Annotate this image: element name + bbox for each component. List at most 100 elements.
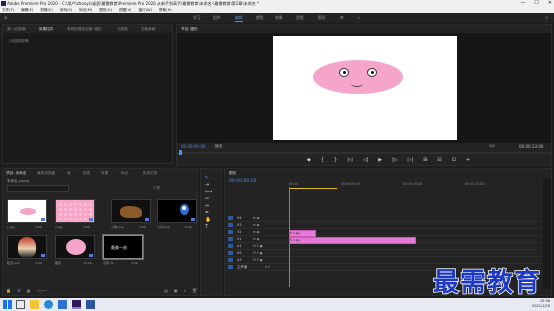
workspace-assembly[interactable]: 组件 <box>213 13 221 23</box>
track-target-toggle[interactable] <box>228 265 233 269</box>
track-visibility-controls[interactable]: ⊟ ◉ <box>253 229 259 235</box>
project-item-6[interactable] <box>55 235 95 259</box>
track-target-toggle[interactable] <box>228 258 233 262</box>
search-icon[interactable]: ⌕ <box>545 13 548 23</box>
workspace-editing[interactable]: 编辑 <box>235 13 243 23</box>
track-target-toggle[interactable] <box>228 216 233 220</box>
premiere-taskbar-icon[interactable] <box>72 300 81 309</box>
timeline-playhead[interactable] <box>289 187 290 287</box>
tab-history[interactable]: 历史记录 <box>143 169 157 177</box>
slip-tool-icon[interactable]: ⇔ <box>205 203 209 209</box>
go-to-in-button[interactable]: |◁ <box>347 157 353 163</box>
workspace-audio[interactable]: 音频 <box>296 13 304 23</box>
home-icon[interactable]: ⌂ <box>4 13 7 23</box>
resolution-select[interactable]: 1/2 <box>489 144 495 148</box>
icon-view-icon[interactable]: ▦ <box>27 287 31 295</box>
project-search-input[interactable] <box>7 185 69 192</box>
master-volume-value[interactable]: 0.0 <box>265 264 270 270</box>
search-icon[interactable]: ⌕ <box>184 287 186 295</box>
file-explorer-icon[interactable] <box>30 300 39 309</box>
app-icon[interactable] <box>58 300 67 309</box>
track-visibility-controls[interactable]: ⊟ ◉ <box>253 215 259 221</box>
track-target-toggle[interactable] <box>228 223 233 227</box>
tab-info[interactable]: 信息 <box>83 169 90 177</box>
track-audio-controls[interactable]: M S ● <box>253 250 263 256</box>
timeline-ruler[interactable]: 00:00 00:00:05:00 00:00:10:00 00:00:15:0… <box>289 178 541 190</box>
tab-project[interactable]: 项目: 未命名 <box>6 169 26 177</box>
step-back-button[interactable]: ◁| <box>363 157 369 163</box>
task-view-icon[interactable] <box>16 300 25 309</box>
close-button[interactable]: ✕ <box>548 0 552 7</box>
workspace-libraries[interactable]: 库 <box>340 13 344 23</box>
go-to-out-button[interactable]: ▷| <box>408 157 414 163</box>
play-button[interactable]: ▶ <box>378 157 382 163</box>
button-editor-button[interactable]: + <box>466 157 470 163</box>
new-bin-icon[interactable]: ▤ <box>164 287 168 295</box>
ripple-edit-tool-icon[interactable]: ⟷ <box>205 189 212 195</box>
track-select-tool-icon[interactable]: ⇥ <box>205 182 209 188</box>
type-tool-icon[interactable]: T <box>205 224 208 230</box>
tab-timeline-sequence[interactable]: 图形 <box>229 169 236 177</box>
word-icon[interactable] <box>86 300 95 309</box>
start-icon[interactable] <box>3 300 12 309</box>
new-item-icon[interactable]: ▣ <box>174 287 178 295</box>
trash-icon[interactable]: 🗑 <box>192 287 197 295</box>
workspace-color[interactable]: 颜色 <box>256 13 264 23</box>
step-forward-button[interactable]: |▷ <box>392 157 398 163</box>
project-item-5[interactable] <box>7 235 47 259</box>
track-target-toggle[interactable] <box>228 251 233 255</box>
extract-button[interactable]: ⊟ <box>437 157 441 163</box>
workspace-effects[interactable]: 效果 <box>275 13 283 23</box>
system-clock[interactable]: 15:56 2021/1/20 <box>532 299 550 309</box>
track-target-toggle[interactable] <box>228 237 233 241</box>
hand-tool-icon[interactable]: ✋ <box>205 217 211 223</box>
fit-select[interactable]: 适合 <box>213 144 225 149</box>
project-item-4[interactable] <box>157 199 197 223</box>
timeline-clip[interactable]: fx 2.jpg <box>289 229 316 237</box>
tab-media-browser[interactable]: 媒体浏览器 <box>37 169 55 177</box>
tab-effects[interactable]: 效果 <box>101 169 108 177</box>
tab-audio-clip-mixer[interactable]: 音频剪辑混合器: 图形 <box>67 25 102 33</box>
workspace-graphics[interactable]: 图形 <box>318 13 326 23</box>
timeline-clip[interactable]: fx 1.jpg <box>289 236 416 244</box>
tab-libraries[interactable]: 库 <box>67 169 71 177</box>
list-view-icon[interactable]: ☰ <box>17 287 21 295</box>
mark-in-button[interactable]: { <box>321 157 324 163</box>
program-playhead[interactable] <box>179 150 182 155</box>
zoom-slider[interactable]: ─○── <box>36 287 47 295</box>
selection-tool-icon[interactable]: ↖ <box>205 175 209 181</box>
mark-out-button[interactable]: } <box>334 157 337 163</box>
browser-icon[interactable] <box>44 300 53 309</box>
tab-metadata[interactable]: 元数据 <box>117 25 128 33</box>
minimize-button[interactable]: — <box>520 0 525 7</box>
tab-program[interactable]: 节目: 图形 <box>181 25 198 33</box>
track-target-toggle[interactable] <box>228 244 233 248</box>
lift-button[interactable]: ⊞ <box>423 157 427 163</box>
project-item-3[interactable] <box>111 199 151 223</box>
transport-controls: ◆ { } |◁ ◁| ▶ |▷ ▷| ⊞ ⊟ ⊡ + <box>307 157 470 163</box>
timeline-timecode[interactable]: 00:00:00:00 <box>229 179 256 184</box>
project-item-7[interactable]: 最美一刻 <box>102 234 144 260</box>
pen-tool-icon[interactable]: ✒ <box>205 210 209 216</box>
workspace-more[interactable]: » <box>358 13 360 23</box>
program-timecode[interactable]: 00:00:00:00 <box>181 144 205 149</box>
tab-legacy-audio[interactable]: 旧版音频 <box>141 25 155 33</box>
razor-tool-icon[interactable]: ✂ <box>205 196 209 202</box>
tab-effect-controls[interactable]: 效果控件 <box>39 25 53 33</box>
program-scrubber[interactable] <box>177 150 551 155</box>
track-visibility-controls[interactable]: ⊟ ◉ <box>253 222 259 228</box>
project-item-1[interactable] <box>7 199 47 223</box>
track-visibility-controls[interactable]: ⊟ ◉ <box>253 236 259 242</box>
track-audio-controls[interactable]: M S ● <box>253 257 263 263</box>
maximize-button[interactable]: ☐ <box>534 0 538 7</box>
track-audio-controls[interactable]: M S ● <box>253 243 263 249</box>
tab-markers[interactable]: 标记 <box>121 169 128 177</box>
add-marker-button[interactable]: ◆ <box>307 157 311 163</box>
work-area-bar[interactable] <box>289 188 337 189</box>
tab-source[interactable]: 源: (无剪辑) <box>7 25 27 33</box>
project-item-2[interactable] <box>55 199 95 223</box>
track-target-toggle[interactable] <box>228 230 233 234</box>
lock-icon[interactable]: 🔒 <box>6 287 11 295</box>
workspace-learn[interactable]: 学习 <box>193 13 201 23</box>
export-frame-button[interactable]: ⊡ <box>452 157 456 163</box>
